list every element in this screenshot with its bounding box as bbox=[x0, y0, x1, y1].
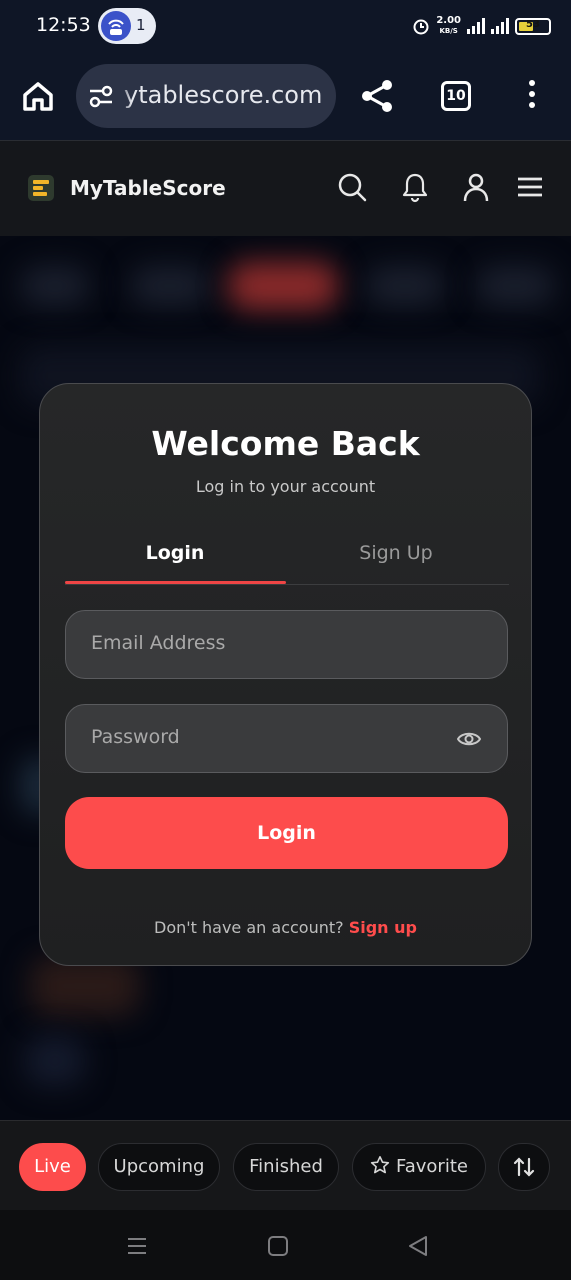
star-icon bbox=[370, 1156, 390, 1174]
url-bar[interactable]: ytablescore.com bbox=[76, 64, 336, 128]
bell-icon[interactable] bbox=[399, 171, 431, 203]
email-field[interactable]: Email Address bbox=[65, 610, 508, 679]
password-placeholder: Password bbox=[91, 726, 180, 748]
alarm-icon bbox=[413, 19, 429, 35]
menu-icon[interactable] bbox=[514, 171, 546, 203]
filter-favorite[interactable]: Favorite bbox=[352, 1143, 486, 1191]
user-icon[interactable] bbox=[460, 171, 492, 203]
more-options-icon[interactable] bbox=[524, 80, 540, 112]
tab-switcher-button[interactable]: 10 bbox=[441, 81, 471, 111]
status-time: 12:53 bbox=[36, 14, 91, 36]
status-icons: 2.00 KB/S 53 bbox=[412, 14, 551, 38]
signal-icon-2 bbox=[491, 18, 509, 34]
notification-pill[interactable]: 1 bbox=[98, 8, 156, 44]
tab-divider bbox=[65, 584, 509, 585]
login-modal: Welcome Back Log in to your account Logi… bbox=[39, 383, 532, 966]
home-icon[interactable] bbox=[20, 78, 56, 114]
signup-prompt-text: Don't have an account? bbox=[154, 918, 344, 937]
active-tab-indicator bbox=[65, 581, 286, 584]
hotspot-icon bbox=[101, 11, 131, 41]
login-button[interactable]: Login bbox=[65, 797, 508, 869]
filter-bar: Live Upcoming Finished Favorite bbox=[0, 1120, 571, 1210]
tab-sign-up[interactable]: Sign Up bbox=[286, 542, 506, 564]
email-placeholder: Email Address bbox=[91, 632, 226, 654]
site-header: MyTableScore bbox=[0, 140, 571, 236]
password-field[interactable]: Password bbox=[65, 704, 508, 773]
notification-count: 1 bbox=[136, 16, 146, 34]
modal-subtitle: Log in to your account bbox=[195, 477, 376, 496]
status-bar: 12:53 1 2.00 KB/S 53 bbox=[0, 0, 571, 52]
signup-link[interactable]: Sign up bbox=[349, 918, 417, 937]
show-password-icon[interactable] bbox=[457, 729, 481, 749]
battery-icon: 53 bbox=[515, 17, 551, 35]
sort-button[interactable] bbox=[498, 1143, 550, 1191]
share-icon[interactable] bbox=[360, 78, 394, 114]
sort-icon bbox=[513, 1157, 535, 1177]
signal-icon bbox=[467, 18, 485, 34]
search-icon[interactable] bbox=[336, 171, 368, 203]
filter-live[interactable]: Live bbox=[19, 1143, 86, 1191]
filter-finished[interactable]: Finished bbox=[233, 1143, 339, 1191]
net-speed: 2.00 KB/S bbox=[436, 15, 461, 36]
brand-name[interactable]: MyTableScore bbox=[70, 176, 226, 200]
filter-upcoming[interactable]: Upcoming bbox=[98, 1143, 220, 1191]
site-settings-icon[interactable] bbox=[88, 84, 114, 108]
recent-apps-icon[interactable] bbox=[125, 1234, 149, 1258]
tab-login[interactable]: Login bbox=[65, 542, 285, 564]
back-icon[interactable] bbox=[406, 1234, 430, 1258]
signup-prompt: Don't have an account? Sign up bbox=[40, 918, 531, 937]
home-nav-icon[interactable] bbox=[266, 1234, 290, 1258]
filter-favorite-label: Favorite bbox=[396, 1156, 468, 1177]
system-nav-bar bbox=[0, 1210, 571, 1280]
logo-icon[interactable] bbox=[28, 175, 54, 201]
modal-title: Welcome Back bbox=[151, 424, 420, 463]
browser-toolbar: ytablescore.com 10 bbox=[0, 52, 571, 140]
url-text: ytablescore.com bbox=[124, 81, 323, 109]
